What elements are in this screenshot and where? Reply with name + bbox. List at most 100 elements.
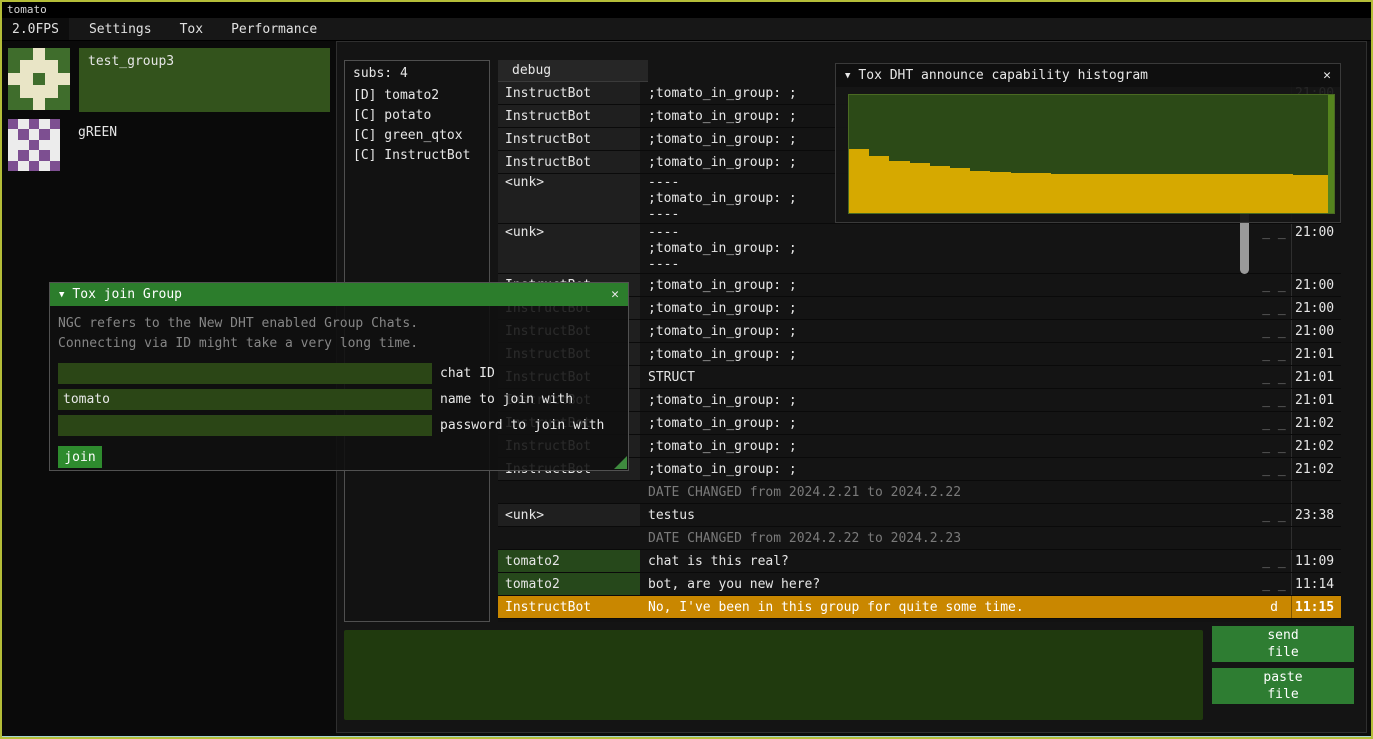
message-author: <unk>	[498, 174, 640, 223]
message-author: tomato2	[498, 550, 640, 572]
message-text: STRUCT	[640, 366, 1257, 388]
histogram-bar	[970, 171, 990, 213]
message-timestamp: 11:09	[1291, 550, 1341, 572]
window-title: tomato	[7, 3, 47, 16]
message-timestamp: 21:01	[1291, 389, 1341, 411]
member-list-item[interactable]: [C] potato	[345, 106, 489, 126]
password-input[interactable]	[58, 415, 432, 436]
message-status: _ _	[1257, 435, 1291, 457]
message-author: <unk>	[498, 224, 640, 273]
histogram-bar	[1293, 175, 1313, 213]
message-text: ;tomato_in_group: ;	[640, 389, 1257, 411]
message-timestamp: 11:15	[1291, 596, 1341, 618]
message-status: _ _	[1257, 224, 1291, 273]
histogram-window-titlebar: ▼ Tox DHT announce capability histogram …	[836, 64, 1340, 87]
member-list-item[interactable]: [D] tomato2	[345, 86, 489, 106]
histogram-bar	[910, 163, 930, 213]
subs-count-label: subs: 4	[345, 61, 489, 86]
join-window-titlebar: ▼ Tox join Group ✕	[50, 283, 628, 306]
menu-item-settings[interactable]: Settings	[75, 18, 166, 40]
chat-message-row[interactable]: InstructBotNo, I've been in this group f…	[498, 596, 1341, 619]
histogram-bar	[1213, 174, 1233, 213]
menu-items: SettingsToxPerformance	[75, 18, 331, 40]
menu-item-performance[interactable]: Performance	[217, 18, 331, 40]
message-status: _ _	[1257, 274, 1291, 296]
histogram-bar	[930, 166, 950, 213]
close-icon[interactable]: ✕	[1323, 68, 1331, 83]
histogram-bar	[950, 168, 970, 213]
field-label: name to join with	[440, 392, 573, 407]
chat-message-row[interactable]: tomato2chat is this real?_ _11:09	[498, 550, 1341, 573]
message-timestamp: 21:00	[1291, 297, 1341, 319]
histogram-window-title: Tox DHT announce capability histogram	[858, 68, 1148, 83]
message-author: InstructBot	[498, 128, 640, 150]
message-timestamp	[1291, 527, 1341, 549]
group-item-test_group3[interactable]: test_group3	[8, 48, 330, 112]
histogram-bar	[1253, 174, 1273, 213]
resize-grip[interactable]	[614, 456, 627, 469]
collapse-icon[interactable]: ▼	[845, 71, 850, 81]
message-text: ;tomato_in_group: ;	[640, 297, 1257, 319]
message-status: _ _	[1257, 550, 1291, 572]
menubar: 2.0FPS SettingsToxPerformance	[2, 18, 1371, 41]
member-list-item[interactable]: [C] green_qtox	[345, 126, 489, 146]
message-text: ;tomato_in_group: ;	[640, 412, 1257, 434]
message-text: ;tomato_in_group: ;	[640, 343, 1257, 365]
name-input[interactable]: tomato	[58, 389, 432, 410]
join-button[interactable]: join	[58, 446, 102, 468]
message-author: InstructBot	[498, 82, 640, 104]
message-text: chat is this real?	[640, 550, 1257, 572]
histogram-body	[836, 87, 1340, 222]
histogram-bar	[990, 172, 1010, 213]
message-status: _ _	[1257, 343, 1291, 365]
chat-message-row[interactable]: <unk>---- ;tomato_in_group: ; ----_ _21:…	[498, 224, 1341, 274]
message-input[interactable]	[344, 630, 1203, 720]
message-timestamp: 11:14	[1291, 573, 1341, 595]
message-status: _ _	[1257, 504, 1291, 526]
collapse-icon[interactable]: ▼	[59, 290, 64, 300]
histogram-bar	[1172, 174, 1192, 213]
send-file-button[interactable]: send file	[1212, 626, 1354, 662]
field-label: chat ID	[440, 366, 495, 381]
group-list: test_group3 gREEN	[2, 41, 336, 185]
date-separator-row: DATE CHANGED from 2024.2.21 to 2024.2.22	[498, 481, 1341, 504]
histogram-bar	[1192, 174, 1212, 213]
close-icon[interactable]: ✕	[611, 287, 619, 302]
histogram-bar	[869, 156, 889, 213]
tab-label: debug	[512, 63, 551, 78]
paste-file-button[interactable]: paste file	[1212, 668, 1354, 704]
message-author: InstructBot	[498, 151, 640, 173]
date-separator-text: DATE CHANGED from 2024.2.21 to 2024.2.22	[640, 481, 1257, 503]
chat-message-row[interactable]: <unk>testus_ _23:38	[498, 504, 1341, 527]
histogram-bar	[1132, 174, 1152, 213]
message-status: _ _	[1257, 458, 1291, 480]
message-timestamp	[1291, 481, 1341, 503]
message-timestamp: 21:00	[1291, 274, 1341, 296]
histogram-bar	[1051, 174, 1071, 213]
histogram-bar	[1011, 173, 1031, 213]
join-window-title: Tox join Group	[72, 287, 182, 302]
message-timestamp: 21:00	[1291, 224, 1341, 273]
chat-message-row[interactable]: tomato2bot, are you new here?_ _11:14	[498, 573, 1341, 596]
message-status: _ _	[1257, 297, 1291, 319]
message-status: d	[1257, 596, 1291, 618]
group-item-gREEN[interactable]: gREEN	[8, 119, 330, 171]
join-group-window: ▼ Tox join Group ✕ NGC refers to the New…	[49, 282, 629, 471]
message-text: ;tomato_in_group: ;	[640, 458, 1257, 480]
message-author: tomato2	[498, 573, 640, 595]
member-list-item[interactable]: [C] InstructBot	[345, 146, 489, 166]
menu-item-tox[interactable]: Tox	[166, 18, 217, 40]
chat-id-input[interactable]	[58, 363, 432, 384]
histogram-plot	[848, 94, 1335, 214]
group-avatar	[8, 48, 70, 110]
message-text: ;tomato_in_group: ;	[640, 320, 1257, 342]
message-status	[1257, 527, 1291, 549]
message-author: InstructBot	[498, 596, 640, 618]
tab-debug[interactable]: debug	[498, 60, 648, 82]
message-author: <unk>	[498, 504, 640, 526]
window-titlebar: tomato	[2, 2, 1371, 18]
group-name: test_group3	[88, 54, 174, 69]
message-status	[1257, 481, 1291, 503]
message-status: _ _	[1257, 366, 1291, 388]
message-text: ---- ;tomato_in_group: ; ----	[640, 224, 1257, 273]
